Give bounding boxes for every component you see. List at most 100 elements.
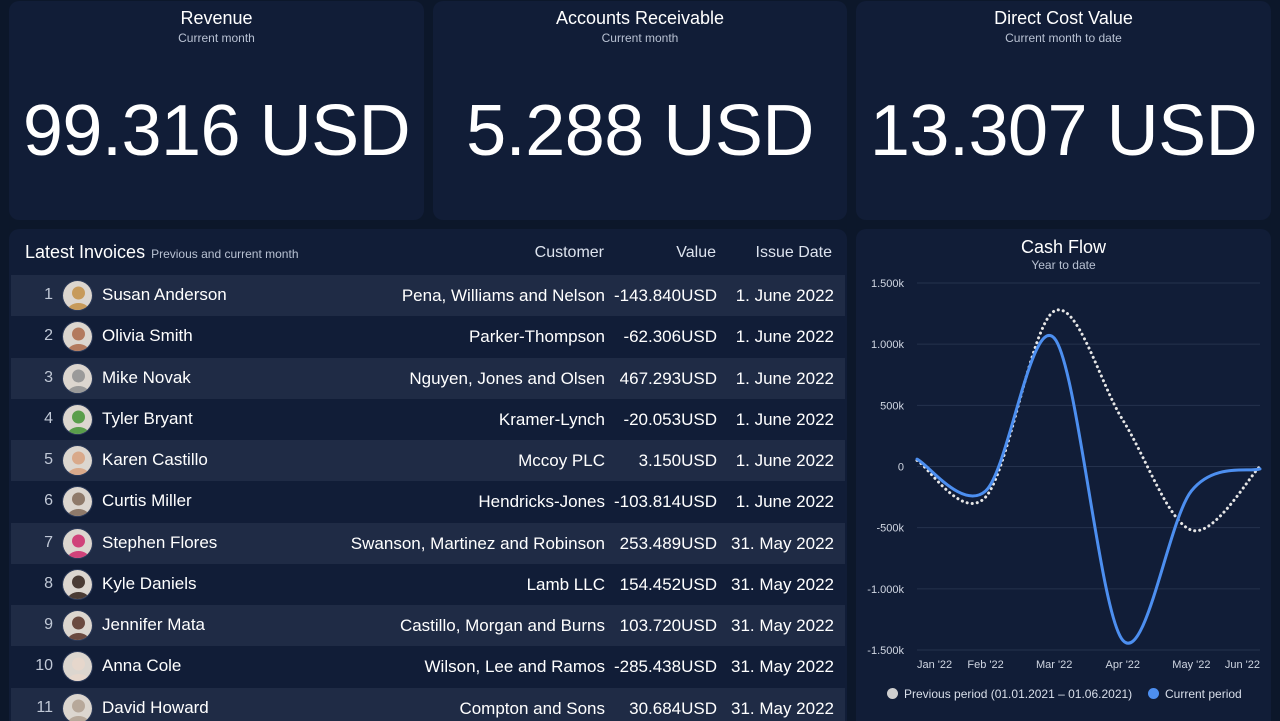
invoice-person-name: Anna Cole [102, 656, 182, 676]
table-row[interactable]: 2 Olivia Smith Parker-Thompson -62.306USD 1.… [11, 316, 845, 357]
person-icon [63, 363, 92, 393]
row-index: 10 [35, 657, 53, 675]
invoice-issue-date: 31. May 2022 [730, 533, 834, 553]
column-header-issue-date[interactable]: Issue Date [756, 244, 832, 262]
cash-flow-chart: 1.500k 1.000k 500k 0 -500k -1.000k -1.500k Jan … [867, 278, 1262, 671]
invoice-customer: Mccoy PLC [518, 451, 605, 470]
table-row[interactable]: 8 Kyle Daniels Lamb LLC 154.452USD 31. May 2… [11, 564, 845, 605]
y-tick-label: 0 [898, 462, 904, 474]
table-row[interactable]: 7 Stephen Flores Swanson, Martinez and Rob… [11, 522, 845, 564]
invoice-person-name: Stephen Flores [102, 532, 218, 552]
kpi-title: Direct Cost Value [994, 8, 1133, 28]
person-icon [63, 446, 92, 475]
invoice-value: 154.452USD [619, 574, 717, 594]
invoice-value: 253.489USD [619, 533, 717, 553]
invoice-customer: Pena, Williams and Nelson [401, 286, 605, 305]
table-row[interactable]: 9 Jennifer Mata Castillo, Morgan and Burns… [11, 605, 845, 647]
avatar [62, 280, 93, 311]
person-icon [63, 281, 92, 310]
avatar [62, 321, 93, 353]
invoice-issue-date: 1. June 2022 [735, 451, 834, 470]
invoice-value: -143.840USD [613, 286, 717, 305]
invoice-issue-date: 31. May 2022 [730, 574, 834, 594]
row-index: 11 [36, 698, 53, 716]
avatar [62, 362, 93, 394]
invoices-title-text: Latest Invoices [25, 242, 146, 262]
table-row[interactable]: 5 Karen Castillo Mccoy PLC 3.150USD 1. June … [11, 440, 845, 482]
row-index: 6 [44, 492, 53, 510]
x-tick-label: Apr '22 [1106, 659, 1141, 671]
legend-marker-icon [887, 688, 898, 699]
legend-label: Previous period (01.01.2021 – 01.06.2021… [904, 687, 1133, 701]
invoice-issue-date: 31. May 2022 [730, 616, 834, 635]
invoice-value: 467.293USD [619, 368, 717, 388]
table-row[interactable]: 1 Susan Anderson Pena, Williams and Nelson… [11, 275, 845, 317]
kpi-card-accounts-receivable: Accounts Receivable Current month 5.288 … [433, 1, 847, 220]
y-tick-label: -500k [876, 523, 904, 535]
person-icon [63, 487, 92, 517]
invoice-issue-date: 1. June 2022 [735, 286, 834, 305]
invoice-value: 3.150USD [638, 451, 717, 470]
invoices-title: Latest Invoices Previous and current mont… [25, 242, 299, 263]
invoice-customer: Parker-Thompson [468, 327, 605, 347]
avatar [62, 445, 93, 476]
series-line-current-period [915, 333, 1262, 645]
row-index: 9 [44, 616, 53, 633]
x-tick-label: Mar '22 [1036, 659, 1072, 671]
person-icon [63, 652, 92, 682]
legend-item-current-period[interactable]: Current period [1148, 687, 1242, 701]
kpi-title: Revenue [180, 8, 253, 28]
person-icon [63, 611, 92, 640]
kpi-subtitle: Current month to date [1005, 31, 1122, 45]
kpi-value: 99.316 USD [22, 91, 411, 171]
invoice-person-name: Mike Novak [102, 367, 191, 387]
invoice-issue-date: 31. May 2022 [730, 657, 834, 677]
invoices-list: 1 Susan Anderson Pena, Williams and Nelson… [11, 275, 845, 721]
y-tick-label: 1.500k [871, 278, 905, 290]
invoice-value: -20.053USD [623, 409, 717, 429]
invoice-issue-date: 1. June 2022 [735, 492, 834, 512]
person-icon [63, 693, 92, 721]
legend-label: Current period [1165, 687, 1242, 701]
y-tick-label: -1.500k [867, 645, 904, 657]
column-header-value[interactable]: Value [676, 244, 716, 262]
legend-item-previous-period[interactable]: Previous period (01.01.2021 – 01.06.2021… [887, 687, 1132, 701]
invoice-customer: Compton and Sons [459, 698, 605, 718]
kpi-subtitle: Current month [601, 31, 679, 45]
y-tick-label: 1.000k [871, 339, 905, 351]
invoice-customer: Hendricks-Jones [478, 492, 605, 512]
row-index: 5 [44, 451, 53, 468]
latest-invoices-panel: Latest Invoices Previous and current mont… [9, 229, 847, 721]
avatar [62, 651, 93, 683]
invoice-customer: Nguyen, Jones and Olsen [409, 368, 605, 388]
table-row[interactable]: 6 Curtis Miller Hendricks-Jones -103.814USD… [11, 481, 845, 522]
x-tick-label: Feb '22 [967, 659, 1003, 671]
invoice-issue-date: 1. June 2022 [735, 409, 834, 429]
invoice-person-name: Jennifer Mata [102, 615, 205, 634]
invoice-person-name: Susan Anderson [102, 285, 227, 304]
avatar [62, 568, 93, 600]
person-icon [63, 569, 92, 599]
avatar [62, 692, 93, 721]
invoice-issue-date: 1. June 2022 [735, 327, 834, 347]
invoice-person-name: Tyler Bryant [102, 408, 193, 428]
table-row[interactable]: 11 David Howard Compton and Sons 30.684USD 3… [11, 687, 845, 721]
invoice-value: 30.684USD [629, 698, 717, 718]
invoice-issue-date: 1. June 2022 [735, 368, 834, 388]
row-index: 8 [44, 574, 53, 592]
kpi-subtitle: Current month [178, 31, 255, 45]
table-row[interactable]: 3 Mike Novak Nguyen, Jones and Olsen 467.29… [11, 357, 845, 399]
invoice-person-name: Karen Castillo [102, 450, 208, 469]
x-tick-label: May '22 [1172, 659, 1210, 671]
invoice-customer: Swanson, Martinez and Robinson [350, 533, 605, 553]
kpi-card-revenue: Revenue Current month 99.316 USD [9, 1, 424, 220]
invoice-value: -62.306USD [623, 327, 717, 347]
person-icon [63, 528, 92, 558]
table-row[interactable]: 4 Tyler Bryant Kramer-Lynch -20.053USD 1. Ju… [11, 399, 845, 440]
invoice-customer: Kramer-Lynch [498, 409, 605, 429]
person-icon [63, 404, 92, 434]
table-row[interactable]: 10 Anna Cole Wilson, Lee and Ramos -285.438… [11, 646, 845, 687]
person-icon [63, 322, 92, 352]
column-header-customer[interactable]: Customer [535, 244, 604, 262]
x-tick-label: Jun '22 [1225, 659, 1260, 671]
